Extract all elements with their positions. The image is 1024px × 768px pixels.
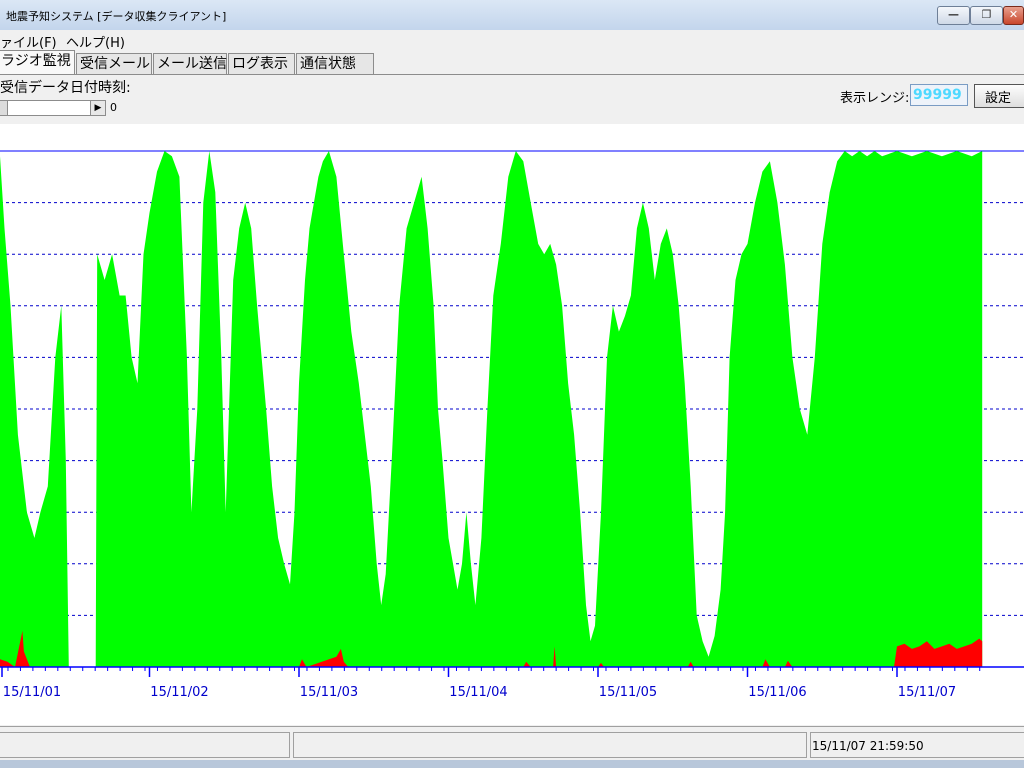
x-axis-tick-label: 15/11/02 [150,685,208,700]
signal-area-green [0,151,983,667]
taskbar [0,760,1024,768]
close-button[interactable]: ✕ [1003,6,1024,25]
status-pane-2 [293,732,807,758]
tab-label: 通信状態 [300,56,356,72]
status-pane-1 [0,732,290,758]
datetime-slider[interactable]: ▶ [0,100,106,116]
menu-file[interactable]: ァイル(F) [0,32,57,51]
tab-comm-status[interactable]: 通信状態 [296,53,374,74]
slider-right-arrow-icon[interactable]: ▶ [90,101,105,115]
tab-strip: ラジオ監視 受信メール メール送信 ログ表示 通信状態 [0,50,1024,75]
tab-label: メール送信 [157,56,227,72]
tab-divider [0,74,1024,75]
x-axis-tick-label: 15/11/07 [898,685,956,700]
tab-log-view[interactable]: ログ表示 [228,53,295,74]
tab-send-mail[interactable]: メール送信 [153,53,227,74]
x-axis-tick-label: 15/11/06 [748,685,806,700]
menu-bar: ァイル(F) ヘルプ(H) [0,30,1024,51]
restore-button[interactable]: ❐ [970,6,1003,25]
slider-value: 0 [110,101,117,114]
set-button[interactable]: 設定 [974,84,1024,108]
tab-label: ログ表示 [232,56,288,72]
x-axis-tick-label: 15/11/04 [449,685,507,700]
status-bar: 15/11/07 21:59:50 [0,726,1024,761]
x-axis: 15/11/01 15/11/02 15/11/03 15/11/04 15/11/05… [0,666,1024,700]
receive-datetime-label: 受信データ日付時刻: [0,80,131,96]
title-bar: 地震予知システム [データ収集クライアント] — ❐ ✕ [0,0,1024,31]
slider-thumb[interactable] [0,101,8,115]
tab-radio-monitor[interactable]: ラジオ監視 [0,50,75,75]
display-range-label: 表示レンジ: [840,91,910,106]
x-axis-tick-label: 15/11/05 [599,685,657,700]
minimize-button[interactable]: — [937,6,970,25]
status-datetime: 15/11/07 21:59:50 [812,739,924,753]
signal-chart: 15/11/01 15/11/02 15/11/03 15/11/04 15/11/05… [0,150,1024,700]
minimize-icon: — [948,8,959,21]
tab-label: 受信メール [80,56,150,72]
restore-icon: ❐ [981,8,992,21]
x-axis-tick-label: 15/11/01 [3,685,61,700]
tab-label: ラジオ監視 [1,53,71,69]
window-title: 地震予知システム [データ収集クライアント] [6,10,227,23]
menu-help[interactable]: ヘルプ(H) [66,32,125,51]
close-icon: ✕ [1008,8,1019,21]
display-range-input[interactable] [910,84,968,106]
x-axis-tick-label: 15/11/03 [300,685,358,700]
tab-received-mail[interactable]: 受信メール [76,53,152,74]
